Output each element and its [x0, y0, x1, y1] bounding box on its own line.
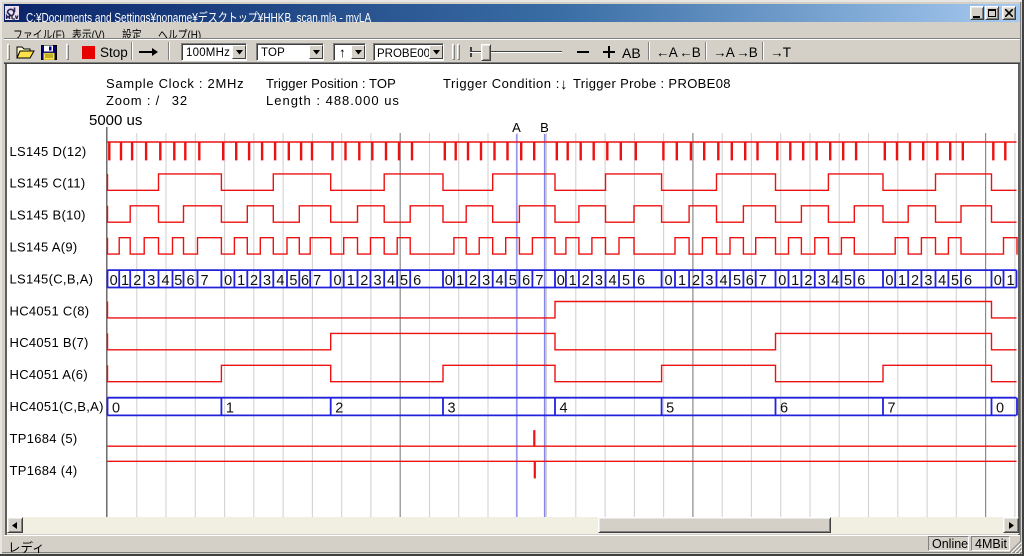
svg-text:0: 0	[778, 273, 786, 289]
svg-text:4: 4	[608, 273, 616, 289]
svg-text:5000 us: 5000 us	[89, 112, 142, 129]
svg-text:3: 3	[818, 273, 826, 289]
svg-text:0: 0	[885, 273, 893, 289]
svg-text:5: 5	[289, 273, 297, 289]
svg-text:0: 0	[112, 400, 120, 416]
svg-text:1: 1	[1006, 273, 1014, 289]
svg-text:1: 1	[121, 273, 129, 289]
svg-text:6: 6	[780, 400, 788, 416]
svg-text:6: 6	[857, 273, 865, 289]
svg-text:LS145 A(9): LS145 A(9)	[10, 240, 78, 255]
svg-text:Length : 488.000 us: Length : 488.000 us	[266, 93, 400, 108]
svg-text:4: 4	[162, 273, 170, 289]
svg-text:2: 2	[469, 273, 477, 289]
svg-text:0: 0	[224, 273, 232, 289]
svg-text:5: 5	[666, 400, 674, 416]
svg-text:3: 3	[448, 400, 456, 416]
svg-text:5: 5	[951, 273, 959, 289]
svg-text:4: 4	[387, 273, 395, 289]
svg-text:1: 1	[898, 273, 906, 289]
svg-text:TP1684 (4): TP1684 (4)	[10, 463, 78, 478]
svg-text:6: 6	[964, 273, 972, 289]
svg-text:0: 0	[665, 273, 673, 289]
svg-text:↓: ↓	[560, 76, 568, 93]
svg-text:1: 1	[347, 273, 355, 289]
svg-text:2: 2	[911, 273, 919, 289]
svg-text:4: 4	[495, 273, 503, 289]
svg-text:4: 4	[719, 273, 727, 289]
svg-text:7: 7	[313, 273, 321, 289]
svg-text:TP1684 (5): TP1684 (5)	[10, 431, 78, 446]
svg-text:2: 2	[133, 273, 141, 289]
svg-text:1: 1	[237, 273, 245, 289]
svg-text:5: 5	[174, 273, 182, 289]
svg-text:3: 3	[924, 273, 932, 289]
svg-text:2: 2	[692, 273, 700, 289]
svg-text:LS145 D(12): LS145 D(12)	[10, 144, 87, 159]
svg-text:2: 2	[360, 273, 368, 289]
svg-text:6: 6	[301, 273, 309, 289]
svg-text:7: 7	[759, 273, 767, 289]
svg-text:HC4051(C,B,A): HC4051(C,B,A)	[10, 399, 104, 414]
svg-text:1: 1	[678, 273, 686, 289]
svg-text:5: 5	[733, 273, 741, 289]
svg-text:1: 1	[791, 273, 799, 289]
svg-text:7: 7	[201, 273, 209, 289]
svg-text:4: 4	[560, 400, 568, 416]
svg-text:HC4051 C(8): HC4051 C(8)	[10, 303, 90, 318]
svg-text:3: 3	[482, 273, 490, 289]
svg-text:3: 3	[263, 273, 271, 289]
svg-text:3: 3	[595, 273, 603, 289]
svg-text:4: 4	[831, 273, 839, 289]
svg-text:0: 0	[994, 273, 1002, 289]
svg-text:2: 2	[335, 400, 343, 416]
svg-text:HC4051 A(6): HC4051 A(6)	[10, 367, 88, 382]
svg-text:4: 4	[276, 273, 284, 289]
svg-text:2: 2	[582, 273, 590, 289]
svg-text:A: A	[512, 120, 521, 135]
svg-text:0: 0	[333, 273, 341, 289]
svg-text:5: 5	[400, 273, 408, 289]
svg-text:3: 3	[374, 273, 382, 289]
svg-text:1: 1	[569, 273, 577, 289]
svg-text:4: 4	[938, 273, 946, 289]
svg-text:6: 6	[413, 273, 421, 289]
svg-text:2: 2	[804, 273, 812, 289]
svg-text:Trigger Probe : PROBE08: Trigger Probe : PROBE08	[573, 76, 731, 91]
svg-text:LS145(C,B,A): LS145(C,B,A)	[10, 271, 94, 286]
svg-text:3: 3	[147, 273, 155, 289]
svg-text:7: 7	[535, 273, 543, 289]
svg-text:Zoom : / 32: Zoom : / 32	[106, 93, 188, 108]
svg-text:5: 5	[844, 273, 852, 289]
svg-text:6: 6	[187, 273, 195, 289]
svg-text:5: 5	[622, 273, 630, 289]
svg-text:6: 6	[746, 273, 754, 289]
svg-text:0: 0	[445, 273, 453, 289]
svg-text:Trigger Position : TOP: Trigger Position : TOP	[266, 76, 396, 91]
svg-text:6: 6	[637, 273, 645, 289]
svg-text:HC4051 B(7): HC4051 B(7)	[10, 335, 89, 350]
svg-text:B: B	[540, 120, 549, 135]
svg-text:0: 0	[110, 273, 118, 289]
svg-text:1: 1	[226, 400, 234, 416]
svg-text:3: 3	[705, 273, 713, 289]
svg-text:Sample Clock : 2MHz: Sample Clock : 2MHz	[106, 76, 244, 91]
svg-text:1: 1	[456, 273, 464, 289]
svg-text:7: 7	[888, 400, 896, 416]
svg-text:Trigger Condition :: Trigger Condition :	[443, 76, 560, 91]
svg-text:2: 2	[250, 273, 258, 289]
svg-text:6: 6	[522, 273, 530, 289]
svg-text:5: 5	[509, 273, 517, 289]
svg-text:0: 0	[996, 400, 1004, 416]
svg-text:LS145 B(10): LS145 B(10)	[10, 208, 86, 223]
svg-text:LS145 C(11): LS145 C(11)	[10, 176, 86, 191]
svg-text:0: 0	[557, 273, 565, 289]
